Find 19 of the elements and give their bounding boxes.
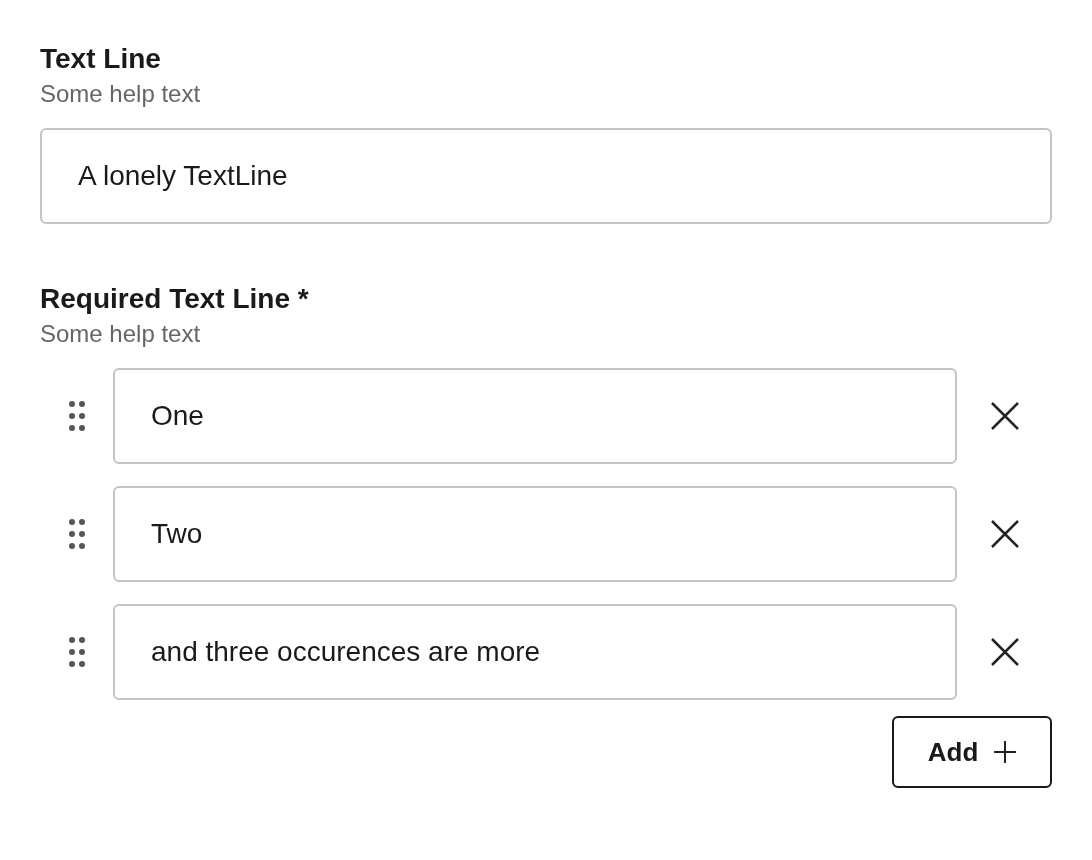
remove-button[interactable]	[989, 400, 1021, 432]
drag-handle-icon[interactable]	[67, 636, 86, 668]
remove-button[interactable]	[989, 518, 1021, 550]
close-icon	[990, 519, 1020, 549]
drag-handle-icon[interactable]	[67, 518, 86, 550]
text-input-field[interactable]: and three occurences are more	[113, 604, 957, 700]
field-label: Text Line	[40, 42, 162, 76]
text-input-field[interactable]: Two	[113, 486, 957, 582]
close-icon	[990, 401, 1020, 431]
close-icon	[990, 637, 1020, 667]
text-input-field[interactable]: A lonely TextLine	[40, 128, 1052, 224]
plus-icon	[994, 741, 1017, 763]
add-button[interactable]: Add	[892, 716, 1052, 788]
remove-button[interactable]	[989, 636, 1021, 668]
help-text: Some help text	[40, 319, 202, 349]
help-text: Some help text	[40, 79, 202, 109]
field-label: Required Text Line *	[40, 282, 310, 316]
drag-handle-icon[interactable]	[67, 400, 86, 432]
text-input-field[interactable]: One	[113, 368, 957, 464]
